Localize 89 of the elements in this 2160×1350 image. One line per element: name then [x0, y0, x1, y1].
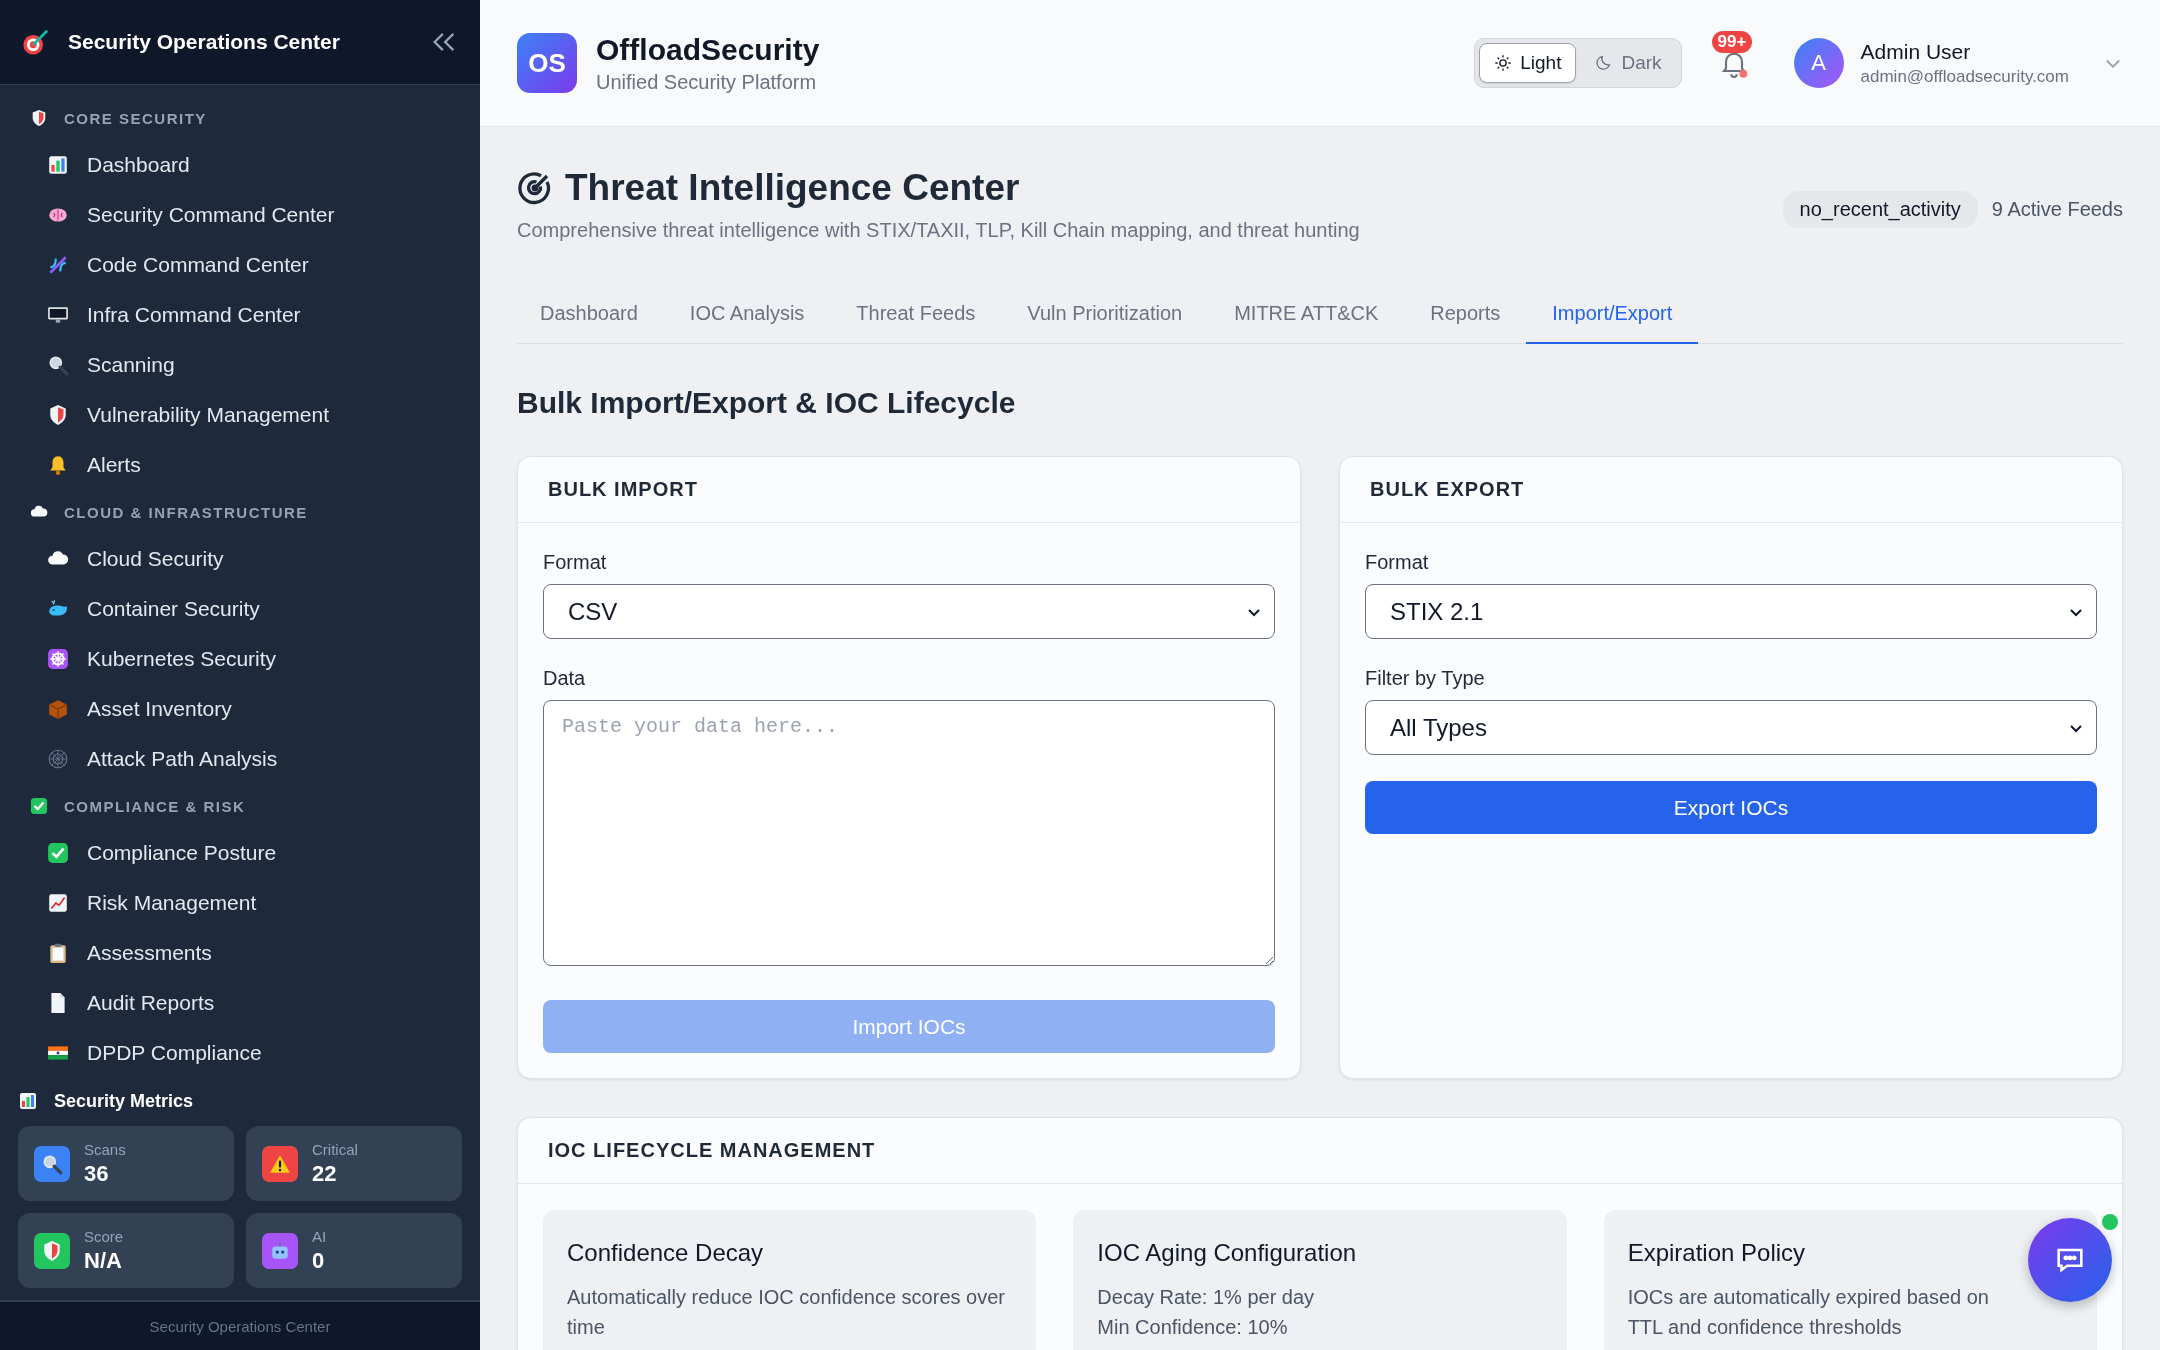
nav-item[interactable]: Asset Inventory [0, 684, 460, 734]
section-label: COMPLIANCE & RISK [64, 797, 246, 815]
line-chart-icon [47, 892, 69, 914]
shield-icon [47, 404, 69, 426]
metric-value: 36 [84, 1160, 110, 1187]
nav-item[interactable]: Risk Management [0, 878, 460, 928]
nav-item[interactable]: Scanning [0, 340, 460, 390]
search-icon [47, 354, 69, 376]
target-icon [22, 28, 50, 56]
brand-subtitle: Unified Security Platform [596, 70, 818, 94]
bell-icon [47, 454, 69, 476]
brand-name: OffloadSecurity [596, 32, 821, 67]
nav-item[interactable]: Cloud Security [0, 534, 460, 584]
tab[interactable]: MITRE ATT&CK [1208, 287, 1405, 344]
checkmark-icon [47, 842, 69, 864]
card-title: BULK EXPORT [1370, 478, 1525, 501]
metric-value: 0 [312, 1247, 326, 1274]
section-heading: Bulk Import/Export & IOC Lifecycle [517, 386, 1017, 420]
nav-item[interactable]: Security Command Center [0, 190, 460, 240]
info-card-text: Automatically reduce IOC confidence scores over time [567, 1285, 1006, 1340]
sidebar-footer: Security Operations Center [149, 1317, 331, 1335]
avatar[interactable]: A [1793, 38, 1844, 88]
status-pill: no_recent_activity [1782, 191, 1978, 228]
active-feeds-count: 9 Active Feeds [1991, 198, 2123, 221]
clipboard-icon [47, 942, 69, 964]
metric-label: Score [84, 1227, 124, 1245]
metric-value: N/A [84, 1247, 123, 1274]
nav-item[interactable]: Container Security [0, 584, 460, 634]
box-icon [47, 698, 69, 720]
info-card-title: Confidence Decay [567, 1238, 765, 1268]
field-label: Format [543, 551, 608, 574]
nav-item[interactable]: Code Command Center [0, 240, 460, 290]
bar-chart-icon [18, 1091, 38, 1111]
info-card-title: Expiration Policy [1627, 1238, 1807, 1268]
shield-icon [30, 109, 48, 127]
field-label: Filter by Type [1365, 667, 1486, 690]
section-label: CORE SECURITY [64, 109, 207, 127]
theme-toggle-option[interactable]: Light [1479, 43, 1577, 83]
user-email: admin@offloadsecurity.com [1860, 66, 2069, 87]
page-title: Threat Intelligence Center [565, 167, 1020, 209]
metric-label: Scans [84, 1140, 126, 1158]
nav-item[interactable]: Attack Path Analysis [0, 734, 460, 784]
field-label: Format [1365, 551, 1430, 574]
nav-item[interactable]: Alerts [0, 440, 460, 490]
monitor-icon [47, 304, 69, 326]
bar-chart-icon [47, 154, 69, 176]
card-title: IOC LIFECYCLE MANAGEMENT [548, 1139, 876, 1162]
dropdown[interactable]: All Types [1365, 700, 2097, 755]
tab[interactable]: IOC Analysis [663, 287, 831, 344]
theme-toggle-option[interactable]: Dark [1580, 43, 1677, 83]
checkmark-icon [30, 797, 48, 815]
user-name: Admin User [1860, 39, 1972, 64]
tab[interactable]: Import/Export [1526, 287, 1699, 344]
sun-icon [1494, 54, 1513, 72]
dna-icon [47, 254, 69, 276]
info-card-title: IOC Aging Configuration [1097, 1238, 1358, 1268]
nav-item[interactable]: Compliance Posture [0, 828, 460, 878]
notification-badge: 99+ [1711, 31, 1753, 53]
tab[interactable]: Threat Feeds [830, 287, 1002, 344]
info-card-text: Min Confidence: 10% [1097, 1315, 1289, 1340]
field-label: Data [543, 667, 587, 690]
nav-item[interactable]: DPDP Compliance [0, 1028, 460, 1078]
metric-label: AI [312, 1227, 327, 1245]
metric-value: 22 [312, 1160, 338, 1187]
nav-item[interactable]: Assessments [0, 928, 460, 978]
tab[interactable]: Dashboard [517, 287, 664, 344]
logo: OS [517, 33, 577, 93]
dropdown[interactable]: CSV [543, 584, 1275, 639]
tab[interactable]: Reports [1404, 287, 1527, 344]
wheel-icon [47, 648, 69, 670]
spiderweb-icon [47, 748, 69, 770]
nav-item[interactable]: Dashboard [0, 140, 460, 190]
sidebar-title: Security Operations Center [68, 30, 341, 54]
nav-item[interactable]: Infra Command Center [0, 290, 460, 340]
page-subtitle: Comprehensive threat intelligence with STIX/TAXII, TLP, Kill Chain mapping, and threat hunting [517, 219, 1360, 242]
section-label: CLOUD & INFRASTRUCTURE [64, 503, 308, 521]
dropdown[interactable]: STIX 2.1 [1365, 584, 2097, 639]
export-button[interactable]: Export IOCs [1365, 781, 2097, 834]
info-card-text: IOCs are automatically expired based on TTL and confidence thresholds [1627, 1285, 1990, 1340]
data-field[interactable]: Paste your data here... [543, 700, 1275, 966]
nav-item[interactable]: Kubernetes Security [0, 634, 460, 684]
info-card-text: Decay Rate: 1% per day [1097, 1285, 1316, 1310]
metric-label: Critical [312, 1140, 358, 1158]
metrics-title: Security Metrics [54, 1090, 194, 1112]
tab[interactable]: Vuln Prioritization [1001, 287, 1209, 344]
nav-item[interactable]: Vulnerability Management [0, 390, 460, 440]
radar-icon [517, 170, 553, 206]
card-title: BULK IMPORT [548, 478, 698, 501]
nav-item[interactable]: Audit Reports [0, 978, 460, 1028]
